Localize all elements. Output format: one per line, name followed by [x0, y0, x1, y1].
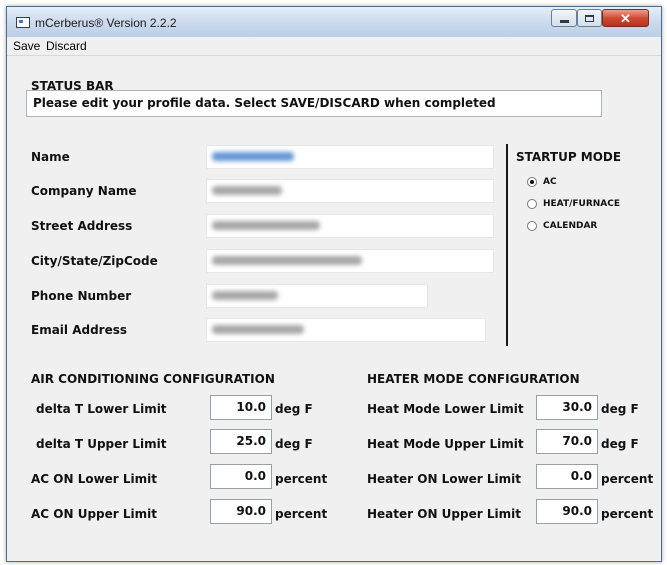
email-value-redacted	[212, 325, 304, 334]
heat-mode-lower-label: Heat Mode Lower Limit	[367, 402, 524, 416]
heat-mode-upper-label: Heat Mode Upper Limit	[367, 437, 524, 451]
phone-number-label: Phone Number	[31, 289, 132, 303]
ac-delta-t-lower-unit: deg F	[275, 402, 313, 416]
company-name-label: Company Name	[31, 184, 137, 198]
startup-option-ac[interactable]: AC	[527, 177, 557, 187]
ac-delta-t-upper-input[interactable]: 25.0	[210, 429, 272, 454]
ac-delta-t-lower-input[interactable]: 10.0	[210, 395, 272, 420]
close-icon: ✕	[620, 10, 631, 26]
heat-mode-lower-input[interactable]: 30.0	[536, 395, 598, 420]
menu-save[interactable]: Save	[13, 39, 40, 53]
status-message: Please edit your profile data. Select SA…	[26, 90, 602, 117]
ac-config-title: AIR CONDITIONING CONFIGURATION	[31, 372, 275, 386]
ac-on-lower-label: AC ON Lower Limit	[31, 472, 158, 486]
company-name-input[interactable]	[206, 179, 494, 203]
menu-discard[interactable]: Discard	[46, 39, 87, 53]
heat-mode-upper-input[interactable]: 70.0	[536, 429, 598, 454]
city-state-zip-input[interactable]	[206, 249, 494, 273]
heater-on-upper-input[interactable]: 90.0	[536, 499, 598, 524]
startup-option-calendar[interactable]: CALENDAR	[527, 221, 597, 231]
phone-number-input[interactable]	[206, 284, 428, 308]
street-address-input[interactable]	[206, 214, 494, 238]
ac-delta-t-upper-label: delta T Upper Limit	[36, 437, 167, 451]
heater-on-upper-unit: percent	[601, 507, 654, 521]
ac-on-lower-unit: percent	[275, 472, 328, 486]
startup-option-heat-furnace[interactable]: HEAT/FURNACE	[527, 199, 620, 209]
email-address-label: Email Address	[31, 323, 128, 337]
heater-config-title: HEATER MODE CONFIGURATION	[367, 372, 580, 386]
radio-unselected-icon[interactable]	[527, 199, 537, 209]
radio-selected-icon[interactable]	[527, 177, 537, 187]
heater-on-lower-input[interactable]: 0.0	[536, 464, 598, 489]
ac-on-upper-label: AC ON Upper Limit	[31, 507, 157, 521]
company-value-redacted	[212, 186, 282, 195]
name-label: Name	[31, 150, 70, 164]
name-value-redacted	[212, 152, 294, 161]
app-window-icon	[16, 17, 30, 28]
startup-mode-title: STARTUP MODE	[516, 150, 622, 164]
ac-on-upper-unit: percent	[275, 507, 328, 521]
heater-on-lower-label: Heater ON Lower Limit	[367, 472, 521, 486]
maximize-icon	[585, 14, 594, 22]
close-button[interactable]: ✕	[602, 9, 649, 27]
street-address-label: Street Address	[31, 219, 133, 233]
minimize-button[interactable]	[551, 9, 577, 27]
name-input[interactable]	[206, 145, 494, 169]
ac-on-lower-input[interactable]: 0.0	[210, 464, 272, 489]
maximize-button[interactable]	[577, 9, 602, 27]
ac-delta-t-upper-unit: deg F	[275, 437, 313, 451]
startup-option-label: HEAT/FURNACE	[543, 199, 621, 209]
menu-bar: Save Discard	[7, 37, 661, 56]
street-value-redacted	[212, 221, 320, 230]
heat-mode-lower-unit: deg F	[601, 402, 639, 416]
title-bar[interactable]: mCerberus® Version 2.2.2 ✕	[7, 7, 661, 38]
window-title: mCerberus® Version 2.2.2	[35, 16, 177, 30]
radio-unselected-icon[interactable]	[527, 221, 537, 231]
heater-on-upper-label: Heater ON Upper Limit	[367, 507, 521, 521]
city-state-zip-label: City/State/ZipCode	[31, 254, 158, 268]
city-value-redacted	[212, 256, 362, 265]
ac-on-upper-input[interactable]: 90.0	[210, 499, 272, 524]
startup-option-label: AC	[543, 177, 557, 187]
startup-option-label: CALENDAR	[543, 221, 598, 231]
ac-delta-t-lower-label: delta T Lower Limit	[36, 402, 167, 416]
startup-divider	[506, 144, 508, 346]
heater-on-lower-unit: percent	[601, 472, 654, 486]
heat-mode-upper-unit: deg F	[601, 437, 639, 451]
phone-value-redacted	[212, 291, 278, 300]
email-address-input[interactable]	[206, 318, 486, 342]
minimize-icon	[559, 19, 569, 23]
